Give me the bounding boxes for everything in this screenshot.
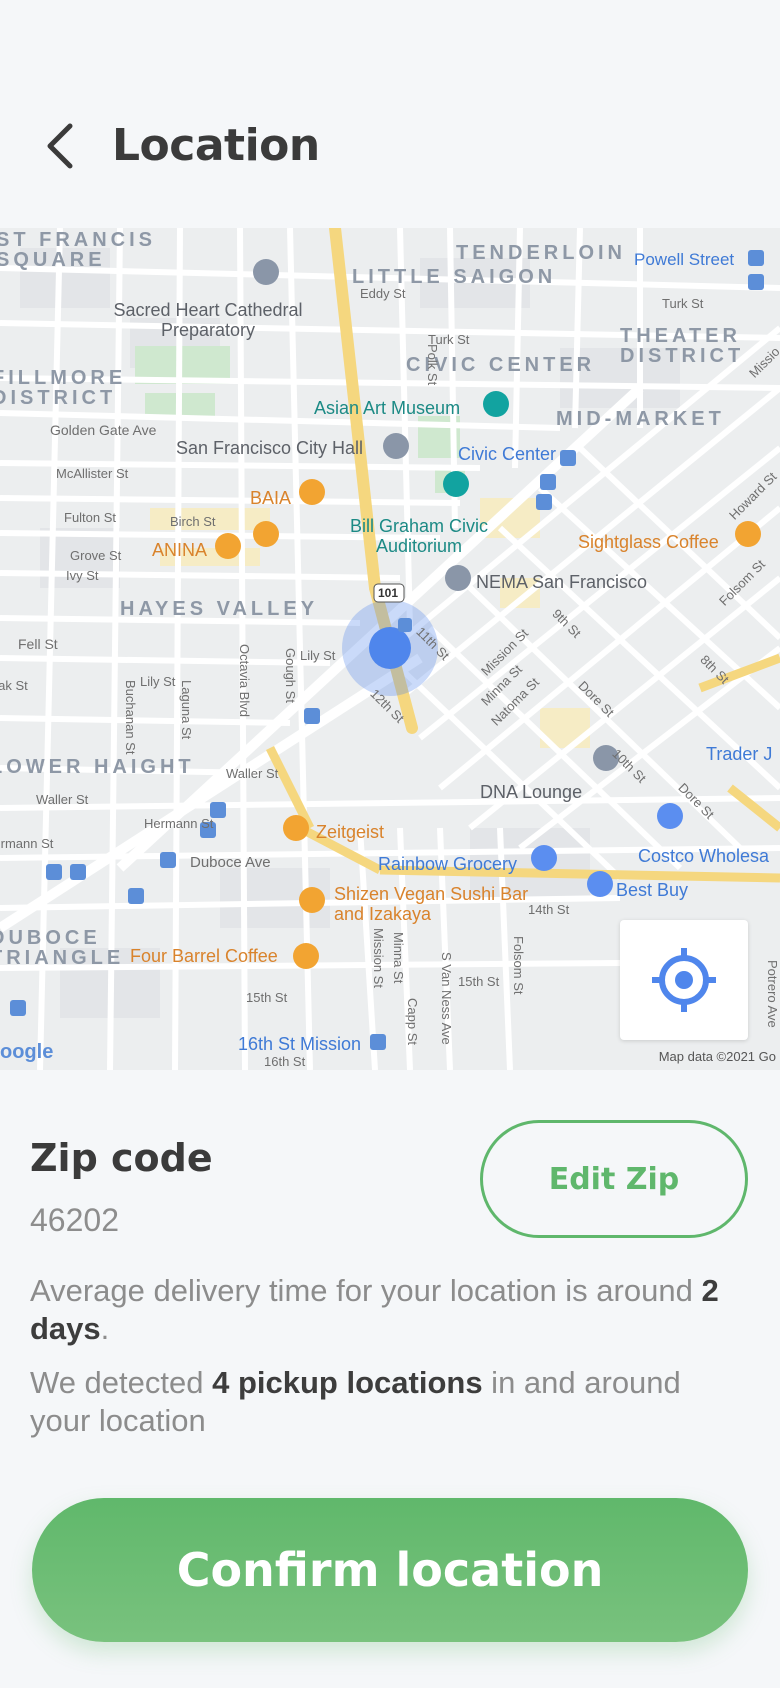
street-label: Gough St (283, 648, 298, 703)
street-label: Polk St (425, 344, 440, 386)
delivery-info: Average delivery time for your location … (30, 1272, 730, 1348)
street-label: Eddy St (360, 286, 406, 301)
street-label: Lily St (300, 648, 336, 663)
district-label: HAYES VALLEY (120, 598, 319, 620)
street-label: Golden Gate Ave (50, 422, 157, 438)
street-label: Fell St (18, 636, 58, 652)
poi-label[interactable]: Sacred Heart Cathedral Preparatory (108, 300, 308, 340)
street-label: 15th St (458, 974, 500, 989)
district-label: LOWER HAIGHT (0, 756, 195, 778)
poi-label[interactable]: 16th St Mission (238, 1034, 361, 1055)
crosshair-target-icon (652, 948, 716, 1012)
pickup-text: We detected (30, 1365, 213, 1400)
street-label: Buchanan St (123, 680, 138, 755)
map-attribution[interactable]: Map data ©2021 Go (659, 1049, 776, 1064)
district-label: FILLMORE DISTRICT (0, 367, 127, 409)
pickup-info: We detected 4 pickup locations in and ar… (30, 1364, 730, 1440)
street-label: Duboce Ave (190, 854, 271, 871)
google-logo: oogle (0, 1041, 54, 1063)
poi-label[interactable]: Asian Art Museum (314, 398, 460, 419)
street-label: Potrero Ave (765, 960, 780, 1028)
highway-shield-label: 101 (378, 586, 399, 600)
poi-label[interactable]: Sightglass Coffee (578, 532, 719, 553)
poi-label[interactable]: Four Barrel Coffee (130, 946, 278, 967)
street-label: Birch St (170, 514, 216, 529)
street-label: Waller St (226, 766, 279, 781)
street-label: Capp St (405, 998, 420, 1045)
poi-label[interactable]: DNA Lounge (480, 782, 582, 803)
street-label: McAllister St (56, 466, 129, 481)
district-label: DUBOCE TRIANGLE (0, 927, 125, 969)
street-label: Turk St (662, 296, 704, 311)
street-label: Oak St (0, 678, 28, 693)
delivery-text: Average delivery time for your location … (30, 1273, 702, 1308)
my-location-button[interactable] (620, 920, 748, 1040)
poi-label[interactable]: Costco Wholesa (638, 846, 769, 867)
poi-label[interactable]: NEMA San Francisco (476, 572, 647, 593)
street-label: Laguna St (179, 680, 194, 740)
poi-label[interactable]: Powell Street (634, 250, 734, 270)
district-label: ST FRANCIS SQUARE (0, 229, 156, 271)
poi-label[interactable]: Best Buy (616, 880, 688, 901)
street-label: S Van Ness Ave (439, 952, 454, 1045)
zip-value: 46202 (30, 1202, 119, 1238)
current-location-dot-icon (369, 627, 411, 669)
edit-zip-button[interactable]: Edit Zip (480, 1120, 748, 1238)
map[interactable]: ST FRANCIS SQUARE TENDERLOIN LITTLE SAIG… (0, 228, 780, 1070)
street-label: 16th St (264, 1054, 306, 1069)
poi-label[interactable]: Zeitgeist (316, 822, 384, 843)
pickup-count: 4 pickup locations (212, 1365, 483, 1400)
poi-label[interactable]: Civic Center (458, 444, 556, 465)
street-label: 14th St (528, 902, 570, 917)
street-label: Hermann St (144, 816, 214, 831)
street-label: Fulton St (64, 510, 117, 525)
page-title: Location (112, 120, 320, 171)
poi-label[interactable]: Trader J (706, 744, 772, 765)
street-label: Lily St (140, 674, 176, 689)
poi-label[interactable]: ANINA (152, 540, 207, 561)
confirm-location-button[interactable]: Confirm location (32, 1498, 748, 1642)
street-label: Folsom St (511, 936, 526, 995)
street-label: Ivy St (66, 568, 99, 583)
header: Location (0, 96, 780, 196)
poi-label[interactable]: BAIA (250, 488, 291, 509)
chevron-left-icon (47, 123, 73, 169)
zip-title: Zip code (30, 1136, 213, 1180)
district-label: TENDERLOIN (456, 242, 626, 264)
poi-label[interactable]: Bill Graham Civic Auditorium (344, 516, 494, 556)
street-label: Grove St (70, 548, 122, 563)
street-label: Mission St (371, 928, 386, 988)
delivery-suffix: . (100, 1311, 110, 1346)
street-label: Waller St (36, 792, 89, 807)
back-button[interactable] (30, 116, 90, 176)
street-label: Octavia Blvd (237, 644, 252, 717)
poi-label[interactable]: Rainbow Grocery (378, 854, 517, 875)
poi-label[interactable]: Shizen Vegan Sushi Bar and Izakaya (334, 884, 534, 924)
district-label: MID-MARKET (556, 408, 725, 430)
street-label: 15th St (246, 990, 288, 1005)
street-label: Minna St (391, 932, 406, 984)
poi-label[interactable]: San Francisco City Hall (176, 438, 363, 459)
street-label: Hermann St (0, 836, 54, 851)
